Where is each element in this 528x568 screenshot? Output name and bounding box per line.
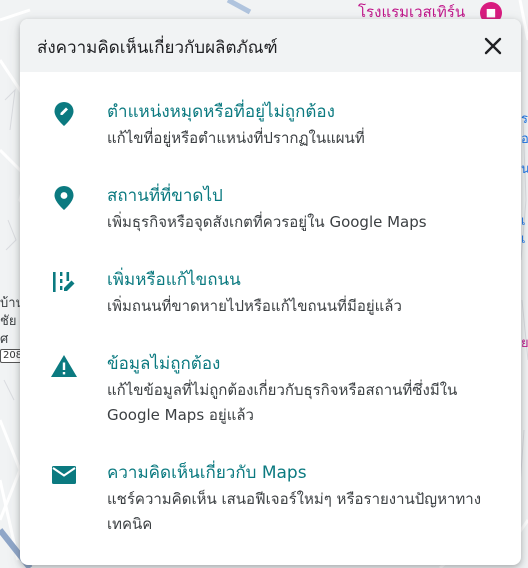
feedback-dialog: ส่งความคิดเห็นเกี่ยวกับผลิตภัณฑ์ ตำแหน่ง…	[20, 19, 521, 565]
option-description: แก้ไขข้อมูลที่ไม่ถูกต้องเกี่ยวกับธุรกิจห…	[107, 381, 458, 424]
option-description: เพิ่มธุรกิจหรือจุดสังเกตที่ควรอยู่ใน Goo…	[107, 213, 427, 231]
road-edit-icon	[50, 268, 78, 296]
option-description: แชร์ความคิดเห็น เสนอฟีเจอร์ใหม่ๆ หรือราย…	[107, 490, 482, 533]
map-label-right-1: ร	[521, 112, 528, 127]
option-missing-place[interactable]: สถานที่ที่ขาดไป เพิ่มธุรกิจหรือจุดสังเกต…	[20, 180, 521, 250]
option-title: ข้อมูลไม่ถูกต้อง	[107, 354, 221, 374]
mail-icon	[50, 461, 78, 489]
option-description: เพิ่มถนนที่ขาดหายไปหรือแก้ไขถนนที่มีอยู่…	[107, 297, 402, 315]
map-label-right-3: น	[521, 162, 528, 177]
map-label-right-5: เ	[521, 232, 526, 247]
close-button[interactable]	[479, 32, 507, 60]
dialog-title: ส่งความคิดเห็นเกี่ยวกับผลิตภัณฑ์	[37, 38, 278, 58]
warning-icon	[50, 352, 78, 380]
map-label-right-2: อ	[521, 132, 528, 147]
dialog-header: ส่งความคิดเห็นเกี่ยวกับผลิตภัณฑ์	[20, 19, 521, 72]
option-title: ความคิดเห็นเกี่ยวกับ Maps	[107, 463, 307, 483]
option-wrong-info[interactable]: ข้อมูลไม่ถูกต้อง แก้ไขข้อมูลที่ไม่ถูกต้อ…	[20, 348, 521, 443]
place-pin-icon	[50, 184, 78, 212]
pin-edit-icon	[50, 100, 78, 128]
option-add-road[interactable]: เพิ่มหรือแก้ไขถนน เพิ่มถนนที่ขาดหายไปหรื…	[20, 264, 521, 334]
option-description: แก้ไขที่อยู่หรือตำแหน่งที่ปรากฏในแผนที่	[107, 129, 365, 147]
close-icon	[484, 37, 502, 55]
map-label-left-3: ศ	[0, 332, 9, 347]
option-title: เพิ่มหรือแก้ไขถนน	[107, 270, 241, 290]
map-label-right-pink: ย	[521, 336, 528, 351]
option-title: สถานที่ที่ขาดไป	[107, 186, 223, 206]
option-title: ตำแหน่งหมุดหรือที่อยู่ไม่ถูกต้อง	[107, 102, 335, 122]
option-maps-feedback[interactable]: ความคิดเห็นเกี่ยวกับ Maps แชร์ความคิดเห็…	[20, 457, 521, 552]
option-wrong-pin[interactable]: ตำแหน่งหมุดหรือที่อยู่ไม่ถูกต้อง แก้ไขที…	[20, 96, 521, 166]
